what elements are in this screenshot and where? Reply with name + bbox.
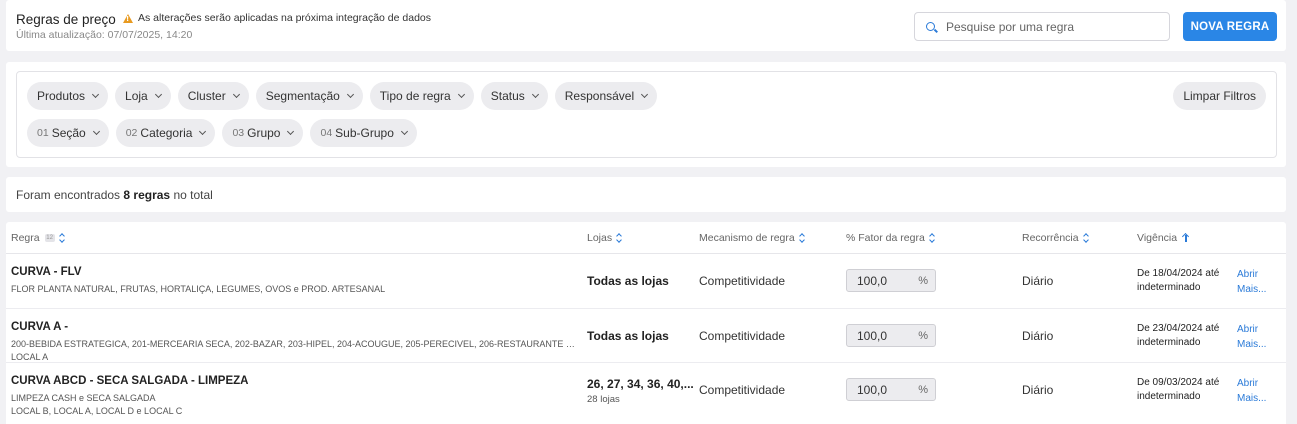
rule-validity: De 09/03/2024 até indeterminado	[1137, 377, 1220, 402]
sort-icon	[1082, 233, 1089, 243]
chevron-down-icon	[199, 127, 207, 136]
sort-icon	[928, 233, 935, 243]
chevron-down-icon	[531, 90, 539, 99]
table-row: CURVA ABCD - SECA SALGADA - LIMPEZA LIMP…	[6, 362, 1286, 416]
warning-text: As alterações serão aplicadas na próxima…	[138, 12, 432, 24]
rule-stores-count: 28 lojas	[587, 394, 620, 405]
filter-loja[interactable]: Loja	[115, 82, 171, 110]
rule-factor-value: 100,0	[857, 328, 888, 343]
filter-row-primary: Produtos Loja Cluster Segmentação Tipo d…	[27, 82, 658, 110]
rule-factor-field: 100,0 %	[846, 269, 936, 292]
filter-produtos[interactable]: Produtos	[27, 82, 109, 110]
chevron-down-icon	[457, 90, 465, 99]
rule-locations: LOCAL A	[11, 352, 49, 362]
chevron-down-icon	[400, 127, 408, 136]
rule-stores: Todas as lojas	[587, 329, 669, 343]
rule-stores: 26, 27, 34, 36, 40,...	[587, 377, 694, 391]
column-header-rule[interactable]: Regra 12	[11, 232, 65, 244]
open-link[interactable]: Abrir	[1237, 322, 1266, 337]
column-header-mechanism[interactable]: Mecanismo de regra	[699, 232, 805, 244]
rule-validity: De 23/04/2024 até indeterminado	[1137, 323, 1220, 348]
page-header: Regras de preço As alterações serão apli…	[6, 0, 1286, 51]
rule-title: CURVA ABCD - SECA SALGADA - LIMPEZA	[11, 375, 249, 387]
rule-mechanism: Competitividade	[699, 383, 786, 397]
chevron-down-icon	[346, 90, 354, 99]
rule-sections: FLOR PLANTA NATURAL, FRUTAS, HORTALIÇA, …	[11, 284, 386, 294]
sort-ascending-icon	[1182, 233, 1190, 243]
count-badge: 12	[44, 234, 55, 242]
chevron-down-icon	[154, 90, 162, 99]
sort-icon	[58, 233, 65, 243]
filter-secao[interactable]: 01 Seção	[27, 119, 109, 147]
rule-locations: LOCAL B, LOCAL A, LOCAL D e LOCAL C	[11, 406, 183, 416]
filter-row-hierarchy: 01 Seção 02 Categoria 03 Grupo 04 Sub-Grupo	[27, 119, 417, 147]
column-header-recurrence[interactable]: Recorrência	[1022, 232, 1089, 244]
table-row: CURVA - FLV FLOR PLANTA NATURAL, FRUTAS,…	[6, 254, 1286, 308]
rule-title: CURVA A -	[11, 321, 69, 333]
table-row: CURVA A - 200-BEBIDA ESTRATEGICA, 201-ME…	[6, 308, 1286, 362]
rule-stores: Todas as lojas	[587, 274, 669, 288]
rule-title: CURVA - FLV	[11, 266, 82, 278]
percent-unit: %	[918, 274, 928, 287]
rule-factor-field: 100,0 %	[846, 324, 936, 347]
chevron-down-icon	[91, 90, 100, 99]
warning-icon	[123, 13, 133, 23]
chevron-down-icon	[641, 90, 649, 99]
search-input[interactable]	[946, 19, 1146, 34]
filters-panel: Produtos Loja Cluster Segmentação Tipo d…	[6, 62, 1286, 167]
rule-factor-value: 100,0	[857, 382, 888, 397]
filter-cluster[interactable]: Cluster	[177, 82, 249, 110]
column-header-factor[interactable]: % Fator da regra	[846, 232, 935, 244]
rule-recurrence: Diário	[1022, 329, 1054, 343]
filter-categoria[interactable]: 02 Categoria	[115, 119, 216, 147]
more-link[interactable]: Mais...	[1237, 337, 1266, 352]
rule-sections: 200-BEBIDA ESTRATEGICA, 201-MERCEARIA SE…	[11, 339, 576, 349]
page-title: Regras de preço	[16, 12, 116, 27]
search-icon	[926, 22, 935, 31]
rule-factor-field: 100,0 %	[846, 378, 936, 401]
more-link[interactable]: Mais...	[1237, 391, 1266, 406]
more-link[interactable]: Mais...	[1237, 282, 1266, 297]
open-link[interactable]: Abrir	[1237, 376, 1266, 391]
filter-tipo-regra[interactable]: Tipo de regra	[369, 82, 474, 110]
rule-mechanism: Competitividade	[699, 274, 786, 288]
filter-responsavel[interactable]: Responsável	[554, 82, 658, 110]
rule-factor-value: 100,0	[857, 273, 888, 288]
percent-unit: %	[918, 383, 928, 396]
rule-actions: Abrir Mais...	[1237, 376, 1266, 406]
filter-status[interactable]: Status	[480, 82, 548, 110]
filter-segmentacao[interactable]: Segmentação	[255, 82, 363, 110]
rule-actions: Abrir Mais...	[1237, 322, 1266, 352]
rule-recurrence: Diário	[1022, 383, 1054, 397]
chevron-down-icon	[232, 90, 240, 99]
chevron-down-icon	[287, 127, 295, 136]
filter-grupo[interactable]: 03 Grupo	[222, 119, 304, 147]
column-header-validity[interactable]: Vigência	[1137, 232, 1190, 244]
filters-box: Produtos Loja Cluster Segmentação Tipo d…	[16, 71, 1277, 158]
search-box[interactable]	[914, 12, 1170, 41]
sort-icon	[798, 233, 805, 243]
rule-actions: Abrir Mais...	[1237, 267, 1266, 297]
rule-recurrence: Diário	[1022, 274, 1054, 288]
clear-filters-button[interactable]: Limpar Filtros	[1173, 82, 1266, 110]
results-summary: Foram encontrados 8 regras no total	[6, 177, 1286, 212]
rule-sections: LIMPEZA CASH e SECA SALGADA	[11, 393, 156, 403]
open-link[interactable]: Abrir	[1237, 267, 1266, 282]
rule-validity: De 18/04/2024 até indeterminado	[1137, 268, 1220, 293]
integration-warning: As alterações serão aplicadas na próxima…	[123, 12, 431, 24]
column-header-stores[interactable]: Lojas	[587, 232, 622, 244]
filter-sub-grupo[interactable]: 04 Sub-Grupo	[310, 119, 417, 147]
chevron-down-icon	[92, 127, 100, 136]
last-update: Última atualização: 07/07/2025, 14:20	[16, 29, 193, 41]
new-rule-button[interactable]: NOVA REGRA	[1183, 12, 1277, 41]
results-count: Foram encontrados 8 regras no total	[16, 188, 213, 202]
percent-unit: %	[918, 329, 928, 342]
rule-mechanism: Competitividade	[699, 329, 786, 343]
rules-table: Regra 12 Lojas Mecanismo de regra % Fato…	[6, 222, 1286, 424]
sort-icon	[616, 233, 622, 243]
